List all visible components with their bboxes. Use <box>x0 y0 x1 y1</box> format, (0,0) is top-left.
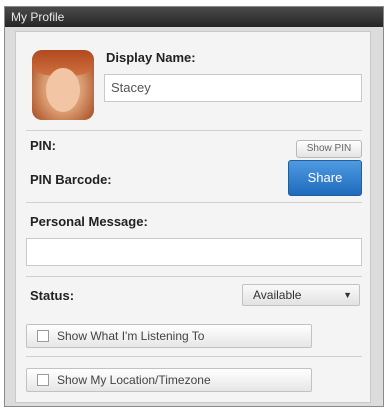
profile-window: My Profile Display Name: Stacey PIN: Sho… <box>4 6 384 407</box>
display-name-input[interactable]: Stacey <box>104 74 362 102</box>
checkbox-icon <box>37 374 49 386</box>
personal-message-label: Personal Message: <box>30 214 148 229</box>
status-label: Status: <box>30 288 75 303</box>
show-pin-button[interactable]: Show PIN <box>296 140 362 158</box>
divider <box>26 130 362 131</box>
personal-message-input[interactable] <box>26 238 362 266</box>
pin-barcode-label: PIN Barcode: <box>30 172 112 187</box>
divider <box>26 276 362 277</box>
avatar[interactable] <box>32 50 94 120</box>
divider <box>26 356 362 357</box>
window-title: My Profile <box>5 7 383 27</box>
status-dropdown[interactable]: Available ▼ <box>242 284 360 306</box>
show-location-checkbox[interactable]: Show My Location/Timezone <box>26 368 312 392</box>
avatar-face <box>46 68 80 112</box>
display-name-label: Display Name: <box>106 50 196 65</box>
show-music-checkbox[interactable]: Show What I'm Listening To <box>26 324 312 348</box>
share-barcode-button[interactable]: Share <box>288 160 362 196</box>
show-location-label: Show My Location/Timezone <box>57 373 211 387</box>
checkbox-icon <box>37 330 49 342</box>
status-value: Available <box>253 288 302 302</box>
show-music-label: Show What I'm Listening To <box>57 329 205 343</box>
divider <box>26 202 362 203</box>
pin-label: PIN: <box>30 138 56 153</box>
chevron-down-icon: ▼ <box>343 290 352 300</box>
profile-panel: Display Name: Stacey PIN: Show PIN PIN B… <box>15 31 371 403</box>
